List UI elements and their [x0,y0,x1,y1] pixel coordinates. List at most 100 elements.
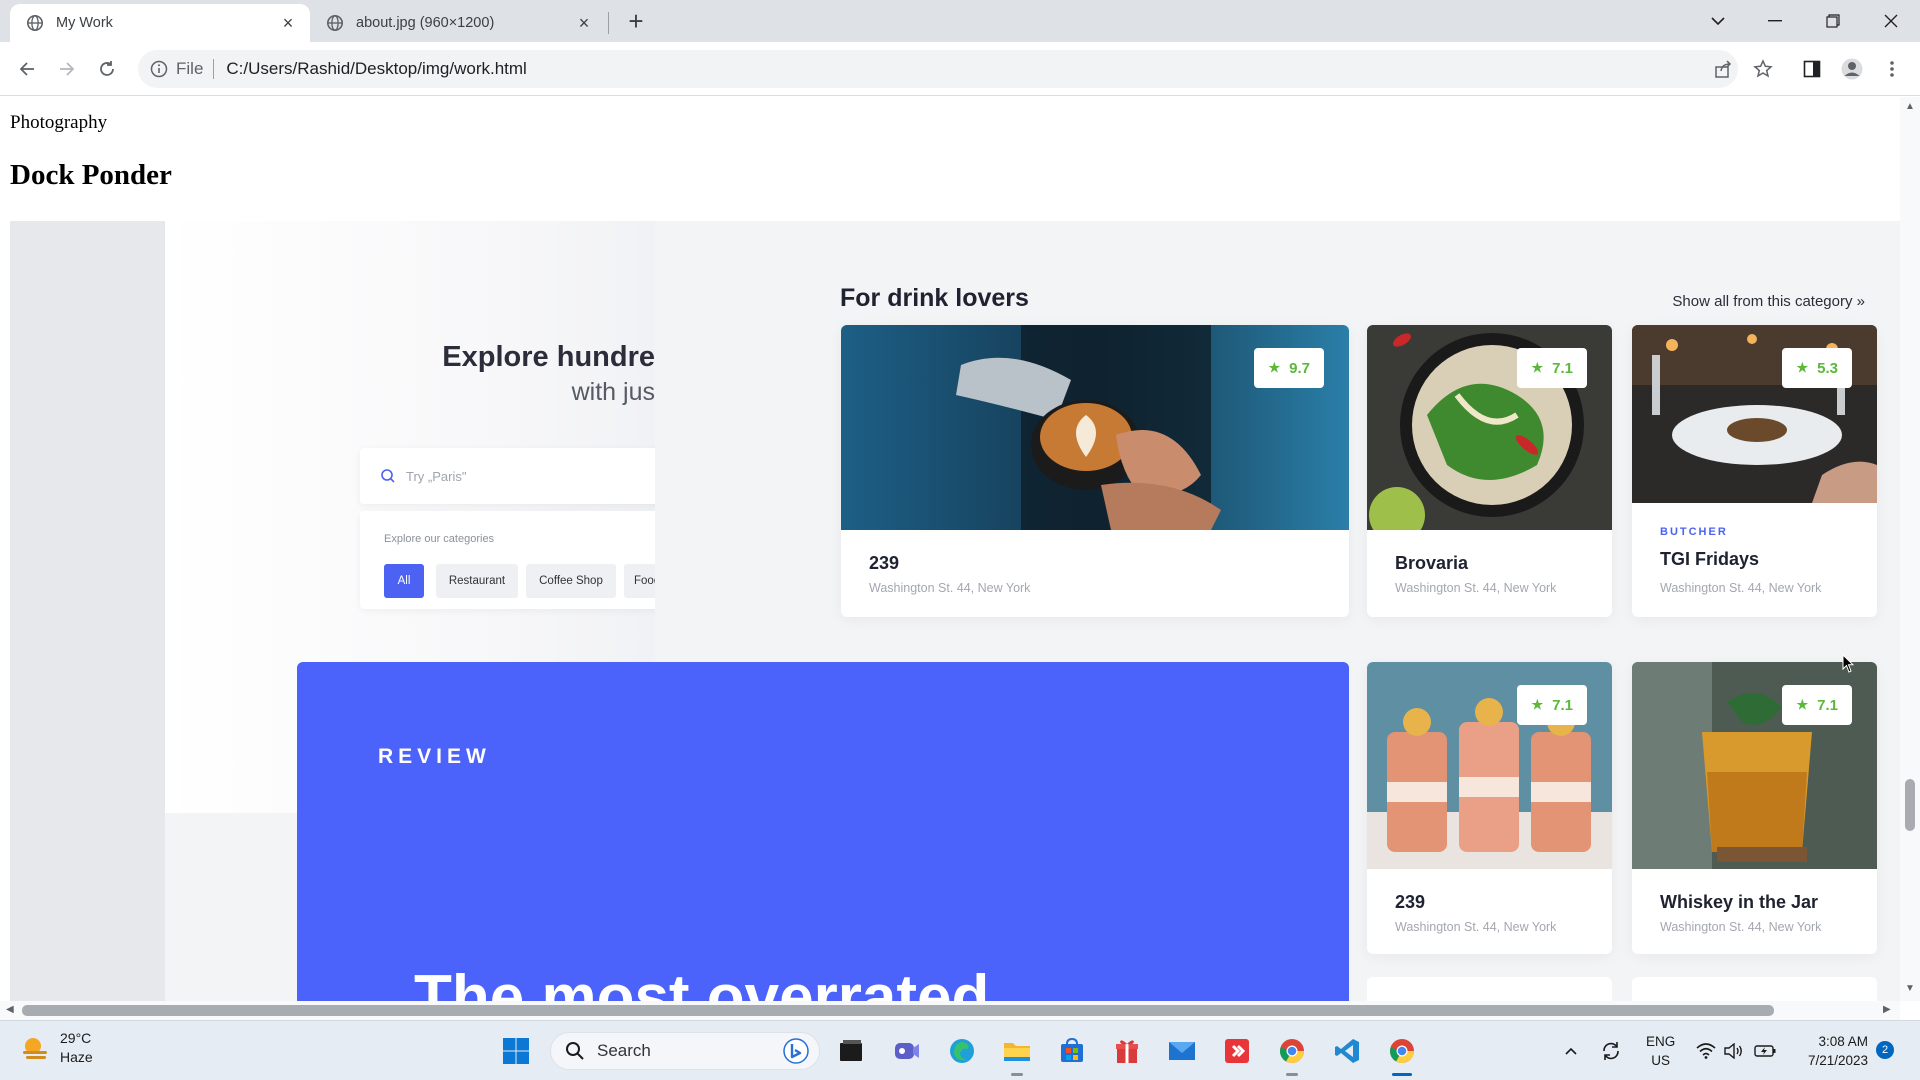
categories-label: Explore our categories [384,533,495,545]
volume-icon[interactable] [1722,1033,1746,1069]
horizontal-scrollbar[interactable]: ◀ ▶ [0,1001,1900,1020]
running-indicator [1011,1073,1023,1076]
bing-icon [783,1038,809,1064]
sync-icon[interactable] [1598,1033,1624,1069]
page-title: Dock Ponder [10,159,172,191]
forward-button[interactable] [51,53,83,85]
scroll-left-icon[interactable]: ◀ [6,1004,14,1015]
chrome-icon[interactable] [1383,1032,1421,1076]
rating-badge: ★ 9.7 [1254,348,1324,388]
review-banner: REVIEW The most overrated [297,662,1349,1001]
close-tab-icon[interactable]: × [574,13,594,33]
venue-name: Brovaria [1395,553,1469,573]
taskbar-search-box[interactable]: Search [550,1032,820,1070]
venue-card-partial [1632,977,1877,1001]
tab-search-chevron-icon[interactable] [1695,0,1741,42]
search-placeholder: Try „Paris" [406,468,467,484]
edge-icon[interactable] [943,1032,981,1070]
taskbar-search-label: Search [597,1041,651,1060]
browser-menu-icon[interactable] [1876,53,1908,85]
venue-category: BUTCHER [1660,526,1728,538]
star-icon: ★ [1268,360,1281,375]
weather-condition: Haze [60,1049,93,1065]
venue-card: ★ 7.1 Whiskey in the Jar Washington St. 4… [1632,662,1877,954]
close-tab-icon[interactable]: × [278,13,298,33]
chip-all: All [384,564,424,598]
share-icon[interactable] [1707,53,1739,85]
scroll-up-icon[interactable]: ▲ [1905,101,1915,112]
review-kicker: REVIEW [378,745,491,768]
venue-card: ★ 5.3 BUTCHER TGI Fridays Washington St. … [1632,325,1877,617]
notification-count-badge[interactable]: 2 [1876,1041,1894,1059]
tab-title: My Work [56,15,113,31]
rating-badge: ★ 7.1 [1517,685,1587,725]
show-all-link: Show all from this category » [1672,293,1865,310]
gift-icon[interactable] [1108,1032,1146,1070]
review-headline: The most overrated [414,963,990,1001]
mouse-cursor-icon [1842,654,1854,673]
file-viewer-icon[interactable] [832,1032,870,1070]
venue-name: 239 [869,553,900,573]
language-region: US [1651,1053,1671,1068]
battery-icon[interactable] [1752,1033,1778,1069]
address-bar[interactable]: File C:/Users/Rashid/Desktop/img/work.ht… [138,50,1738,88]
bookmark-star-icon[interactable] [1747,53,1779,85]
wifi-icon[interactable] [1694,1033,1718,1069]
vertical-scroll-thumb[interactable] [1905,779,1915,831]
rating-value: 9.7 [1289,359,1310,377]
portfolio-image: Explore hundre with jus Try „Paris" Expl… [10,221,1900,1001]
rating-value: 7.1 [1817,696,1838,714]
chrome-icon[interactable] [1273,1032,1311,1076]
profile-avatar-icon[interactable] [1836,53,1868,85]
address-separator [213,59,215,79]
show-hidden-icons-chevron-icon[interactable] [1560,1033,1582,1069]
tab-my-work[interactable]: My Work × [10,4,310,42]
vscode-icon[interactable] [1328,1032,1366,1070]
weather-widget[interactable]: 29°C Haze [20,1029,93,1067]
search-icon [566,1042,584,1060]
file-explorer-icon[interactable] [998,1032,1036,1076]
chip-food: Food [624,564,655,598]
weather-haze-icon [23,1038,47,1059]
venue-name: Whiskey in the Jar [1660,892,1819,912]
restore-button[interactable] [1810,0,1856,42]
microsoft-store-icon[interactable] [1053,1032,1091,1070]
windows-taskbar: 29°C Haze Search ENG US 3:08 AM 7/21/202… [0,1020,1920,1080]
venue-card: ★ 7.1 Brovaria Washington St. 44, New Yor… [1367,325,1612,617]
mail-icon[interactable] [1163,1032,1201,1070]
venue-card-partial [1367,977,1612,1001]
minimize-button[interactable] [1752,0,1798,42]
rating-value: 5.3 [1817,359,1838,377]
teams-icon[interactable] [888,1032,926,1070]
scroll-right-icon[interactable]: ▶ [1883,1004,1891,1015]
side-panel-icon[interactable] [1796,53,1828,85]
url-text[interactable]: C:/Users/Rashid/Desktop/img/work.html [226,59,526,79]
new-tab-button[interactable]: + [622,8,650,36]
language-indicator[interactable]: ENG US [1646,1032,1675,1070]
close-window-button[interactable] [1868,0,1914,42]
start-icon[interactable] [497,1032,535,1070]
venue-address: Washington St. 44, New York [869,581,1031,595]
venue-name: TGI Fridays [1660,549,1760,569]
taskbar-clock[interactable]: 3:08 AM 7/21/2023 [1796,1032,1868,1070]
venue-name: 239 [1395,892,1426,912]
chip-coffee-shop: Coffee Shop [526,564,616,598]
browser-toolbar: File C:/Users/Rashid/Desktop/img/work.ht… [0,42,1920,96]
running-indicator [1286,1073,1298,1076]
site-info-icon[interactable] [150,60,168,78]
language-code: ENG [1646,1034,1676,1049]
reload-button[interactable] [91,53,123,85]
scroll-down-icon[interactable]: ▼ [1905,983,1915,994]
design-search-box: Try „Paris" [360,448,655,504]
back-button[interactable] [11,53,43,85]
hero-title: Explore hundre [442,341,655,373]
category-box: Explore our categories All Restaurant Co… [360,511,655,609]
search-icon [381,469,395,483]
horizontal-scroll-thumb[interactable] [22,1005,1774,1016]
rating-value: 7.1 [1552,359,1573,377]
vertical-scrollbar[interactable]: ▲ ▼ [1900,97,1920,1001]
url-scheme-label: File [176,59,204,78]
globe-icon [326,14,344,32]
anydesk-icon[interactable] [1218,1032,1256,1070]
tab-about-jpg[interactable]: about.jpg (960×1200) × [310,4,606,42]
